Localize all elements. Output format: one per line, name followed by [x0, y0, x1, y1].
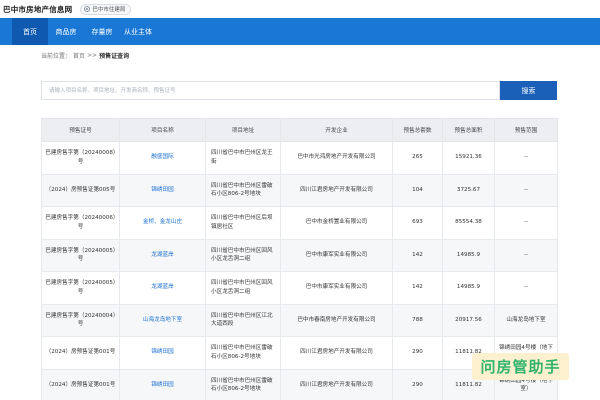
cell-developer: 巴中市康军实业有限公司 [280, 271, 393, 305]
org-chip-label: 巴中市住建局 [92, 7, 126, 13]
cell-project-link[interactable]: 融盛国际 [119, 141, 206, 175]
cell-address: 四川省巴中市巴州区回风小区龙舌洞二组 [205, 271, 281, 305]
cell-units: 265 [392, 141, 443, 175]
breadcrumb: 当前位置： 首页 >> 预售证查询 [0, 45, 600, 65]
cell-units: 693 [392, 206, 443, 240]
cell-address: 四川省巴中市巴州区雷破石小区806-2号地块 [205, 336, 281, 370]
cell-permit-no: 巴建房售字第（20240005）号 [41, 271, 120, 305]
nav-market-entities[interactable]: 从业主体 [120, 18, 156, 45]
breadcrumb-current: 预售证查询 [99, 52, 130, 60]
cell-permit-no: 巴建房售字第（20240006）号 [41, 206, 120, 240]
watermark-text: 问房管助手 [480, 358, 561, 376]
nav-new-housing[interactable]: 商品房 [48, 18, 84, 45]
cell-scope: -- [494, 271, 558, 305]
cell-scope: -- [494, 173, 558, 207]
cell-units: 290 [392, 368, 443, 400]
cell-developer: 巴中市光鸿房地产开发有限公司 [280, 141, 393, 175]
cell-project-link[interactable]: 龙湖蓝岸 [119, 238, 206, 272]
cell-permit-no: （2024）房预售证第005号 [41, 173, 120, 207]
cell-scope: -- [494, 206, 558, 240]
table-row: （2024）房预售证第005号 锦绣田园 四川省巴中市巴州区雷破石小区806-2… [41, 173, 558, 207]
cell-scope: -- [494, 141, 558, 175]
column-header: 预售总套数 [392, 118, 443, 142]
cell-developer: 巴中市金桥置业有限公司 [280, 206, 393, 240]
cell-units: 788 [392, 303, 443, 337]
cell-project-link[interactable]: 金桥、金龙山庄 [119, 206, 206, 240]
cell-developer: 四川江君房地产开发有限公司 [280, 368, 393, 400]
breadcrumb-prefix: 当前位置： [41, 52, 72, 60]
cell-address: 四川省巴中市巴州区龙王街 [205, 141, 281, 175]
table-row: 巴建房售字第（20240005）号 龙湖蓝岸 四川省巴中市巴州区回风小区龙舌洞二… [41, 238, 558, 272]
cell-permit-no: （2024）房预售证第001号 [41, 336, 120, 370]
org-chip[interactable]: 巴中市住建局 [80, 3, 132, 15]
site-title[interactable]: 巴中市房地产信息网 [3, 4, 72, 15]
column-header: 预售证号 [41, 118, 120, 142]
cell-developer: 巴中市康军实业有限公司 [280, 238, 393, 272]
cell-address: 四川省巴中市巴州区回风小区龙舌洞二组 [205, 238, 281, 272]
cell-area: 3725.67 [442, 173, 495, 207]
cell-developer: 四川江君房地产开发有限公司 [280, 336, 393, 370]
table-row: 巴建房售字第（20240004）号 山海龙岛地下室 四川省巴中市巴州区江北大道西… [41, 303, 558, 337]
table-row: 巴建房售字第（20240006）号 金桥、金龙山庄 四川省巴中市巴州区后坝镇居社… [41, 206, 558, 240]
cell-project-link[interactable]: 锦绣田园 [119, 173, 206, 207]
cell-scope: -- [494, 238, 558, 272]
assistant-watermark[interactable]: 问房管助手 [472, 353, 569, 380]
main-nav: 首页 商品房 存量房 从业主体 [0, 18, 600, 45]
cell-scope: 山海龙岛地下室 [494, 303, 558, 337]
search-input[interactable] [41, 81, 500, 100]
cell-permit-no: 巴建房售字第（20240008）号 [41, 141, 120, 175]
search-button[interactable]: 搜索 [500, 81, 557, 100]
column-header: 项目地址 [205, 118, 281, 142]
cell-developer: 巴中市春南房地产开发有限公司 [280, 303, 393, 337]
top-header: 巴中市房地产信息网 巴中市住建局 [0, 0, 600, 18]
cell-permit-no: 巴建房售字第（20240004）号 [41, 303, 120, 337]
cell-area: 14985.9 [442, 238, 495, 272]
nav-existing-housing[interactable]: 存量房 [84, 18, 120, 45]
cell-area: 20917.56 [442, 303, 495, 337]
cell-project-link[interactable]: 龙湖蓝岸 [119, 271, 206, 305]
cell-address: 四川省巴中市巴州区雷破石小区806-2号地块 [205, 368, 281, 400]
cell-address: 四川省巴中市巴州区后坝镇居社区 [205, 206, 281, 240]
nav-home[interactable]: 首页 [12, 18, 48, 45]
cell-units: 142 [392, 238, 443, 272]
cell-units: 290 [392, 336, 443, 370]
table-row: 巴建房售字第（20240005）号 龙湖蓝岸 四川省巴中市巴州区回风小区龙舌洞二… [41, 271, 558, 305]
breadcrumb-separator: >> [87, 51, 98, 59]
cell-address: 四川省巴中市巴州区江北大道西段 [205, 303, 281, 337]
column-header: 开发企业 [280, 118, 393, 142]
cell-area: 15921.36 [442, 141, 495, 175]
cell-units: 142 [392, 271, 443, 305]
cell-developer: 四川江君房地产开发有限公司 [280, 173, 393, 207]
breadcrumb-home[interactable]: 首页 [73, 51, 85, 60]
cell-project-link[interactable]: 锦绣田园 [119, 336, 206, 370]
cell-address: 四川省巴中市巴州区雷破石小区806-2号地块 [205, 173, 281, 207]
search-bar: 搜索 [41, 81, 557, 100]
cell-area: 85554.38 [442, 206, 495, 240]
column-header: 项目名称 [119, 118, 206, 142]
table-row: 巴建房售字第（20240008）号 融盛国际 四川省巴中市巴州区龙王街 巴中市光… [41, 141, 558, 175]
column-header: 预售总面积 [442, 118, 495, 142]
cell-project-link[interactable]: 锦绣田园 [119, 368, 206, 400]
table-header-row: 预售证号 项目名称 项目地址 开发企业 预售总套数 预售总面积 预售范围 [41, 118, 558, 142]
cell-permit-no: （2024）房预售证第001号 [41, 368, 120, 400]
cell-permit-no: 巴建房售字第（20240005）号 [41, 238, 120, 272]
cell-area: 14985.9 [442, 271, 495, 305]
cell-units: 104 [392, 173, 443, 207]
cell-project-link[interactable]: 山海龙岛地下室 [119, 303, 206, 337]
emblem-icon [84, 6, 91, 12]
column-header: 预售范围 [494, 118, 558, 142]
